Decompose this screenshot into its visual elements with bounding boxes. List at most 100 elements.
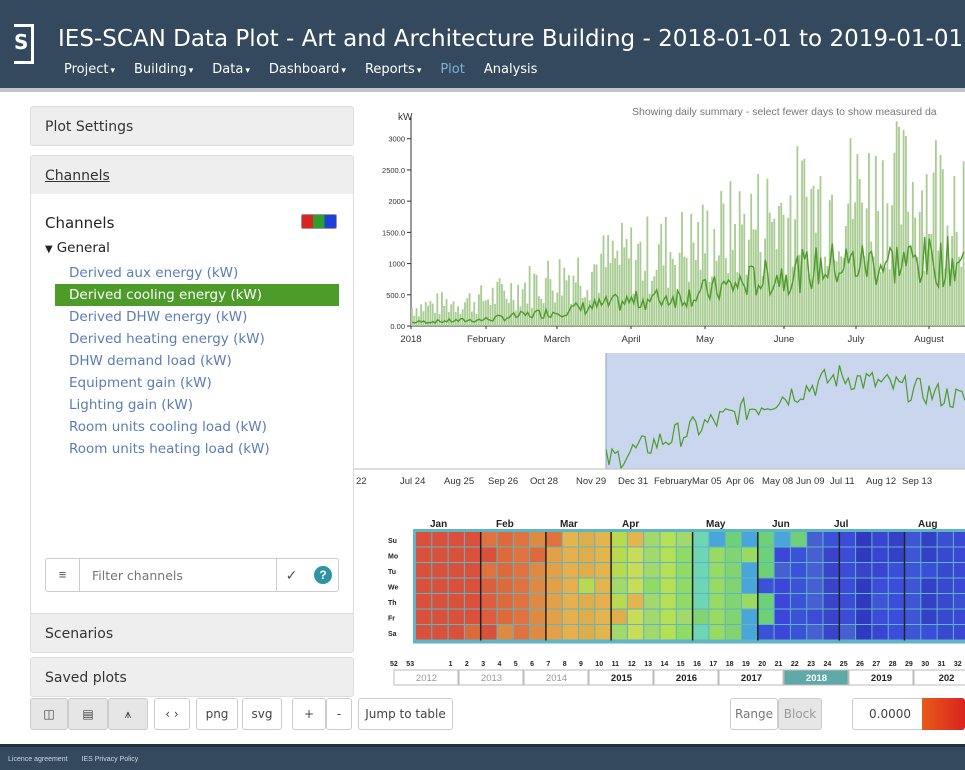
channel-item[interactable]: Room units heating load (kW) <box>55 438 339 460</box>
heatmap-row-label: Tu <box>388 569 396 576</box>
heatmap-cell <box>823 532 839 547</box>
channel-item[interactable]: Room units cooling load (kW) <box>55 416 339 438</box>
bar <box>422 311 425 326</box>
channel-item[interactable]: Lighting gain (kW) <box>55 394 339 416</box>
heatmap-cell <box>742 578 758 593</box>
year-tab-label: 202 <box>939 673 955 684</box>
heatmap-cell <box>856 578 872 593</box>
bar <box>861 202 863 326</box>
nav-building[interactable]: Building ▾ <box>134 62 193 77</box>
heatmap-week-label: 13 <box>644 661 652 668</box>
bar <box>482 301 485 326</box>
bar <box>764 238 766 326</box>
zoom-in-button[interactable]: + <box>292 698 326 730</box>
licence-link[interactable]: Licence agreement <box>8 756 68 763</box>
nav-data[interactable]: Data ▾ <box>212 62 250 77</box>
jump-to-table-button[interactable]: Jump to table <box>358 698 453 730</box>
bar <box>644 270 646 326</box>
heatmap-cell <box>823 625 839 640</box>
heatmap-cell <box>579 563 595 578</box>
chart-type-button[interactable]: ⩚ <box>108 698 148 730</box>
filter-channels-input[interactable] <box>80 559 276 591</box>
nav-project[interactable]: Project ▾ <box>64 62 115 77</box>
heatmap-cell <box>546 625 562 640</box>
bar <box>477 294 480 326</box>
heatmap-cell <box>513 594 530 609</box>
heatmap-cell <box>579 625 595 640</box>
x-tick-label: March <box>544 334 570 345</box>
check-icon[interactable]: ✓ <box>276 559 306 591</box>
plot-svg[interactable]: Showing daily summary - select fewer day… <box>354 100 965 690</box>
heatmap-cell <box>807 547 823 562</box>
channel-item[interactable]: Derived cooling energy (kW) <box>55 284 339 306</box>
heatmap-cell <box>611 609 627 624</box>
bar <box>812 185 815 326</box>
saved-plots-label: Saved plots <box>45 670 127 686</box>
heatmap-cell <box>905 594 921 609</box>
nav-reports[interactable]: Reports ▾ <box>365 62 421 77</box>
block-toggle[interactable]: Block <box>778 698 822 730</box>
export-png-button[interactable]: png <box>196 698 238 730</box>
heatmap-cell <box>758 578 774 593</box>
list-icon[interactable]: ≡ <box>46 559 80 591</box>
color-scale-swatch[interactable] <box>922 698 965 730</box>
sidebar-toggle-button[interactable]: ◫ <box>30 698 68 730</box>
heatmap-cell <box>546 532 562 547</box>
bar <box>514 310 517 326</box>
privacy-link[interactable]: IES Privacy Policy <box>82 756 139 763</box>
bar <box>851 218 854 326</box>
expand-button[interactable]: ‹ › <box>154 698 190 730</box>
bar <box>960 266 963 326</box>
heatmap-cell <box>725 547 741 562</box>
nav-label: Reports <box>364 62 415 77</box>
export-svg-button[interactable]: svg <box>242 698 282 730</box>
bar <box>496 281 499 326</box>
heatmap-cell <box>611 625 627 640</box>
layout-button[interactable]: ▤ <box>68 698 108 730</box>
heatmap-cell <box>595 578 611 593</box>
year-tab-label: 2014 <box>546 673 567 684</box>
heatmap-cell <box>611 547 627 562</box>
channel-item[interactable]: Derived aux energy (kW) <box>55 262 339 284</box>
heatmap-cell <box>953 563 965 578</box>
help-icon[interactable]: ? <box>314 566 332 584</box>
bar <box>780 202 783 326</box>
y-tick-label: 2000 <box>388 197 405 206</box>
heatmap-cell <box>416 532 432 547</box>
range-toggle[interactable]: Range <box>730 698 778 730</box>
heatmap-cell <box>856 625 872 640</box>
bar <box>556 292 559 326</box>
bar <box>498 278 501 326</box>
heatmap-cell <box>823 563 839 578</box>
bar <box>953 176 956 326</box>
nav-label: Building <box>134 62 187 77</box>
zoom-out-button[interactable]: - <box>326 698 352 730</box>
channel-item[interactable]: DHW demand load (kW) <box>55 350 339 372</box>
nav-dashboard[interactable]: Dashboard ▾ <box>269 62 346 77</box>
bar <box>549 279 552 326</box>
bar <box>669 251 672 326</box>
bar <box>505 299 508 326</box>
bar <box>674 264 676 326</box>
heatmap-cell <box>627 578 644 593</box>
channel-item[interactable]: Equipment gain (kW) <box>55 372 339 394</box>
heatmap-cell <box>823 609 839 624</box>
y-tick-label: 1500.0 <box>382 228 405 237</box>
bar <box>671 258 674 326</box>
saved-plots-panel-heading[interactable]: Saved plots <box>30 657 354 697</box>
channels-panel-heading[interactable]: Channels <box>30 155 354 195</box>
bar <box>904 136 907 326</box>
nav-plot[interactable]: Plot <box>440 62 465 77</box>
heatmap-cell <box>416 609 432 624</box>
heatmap-month-label: Mar <box>560 519 578 530</box>
heatmap-cell <box>905 532 921 547</box>
heatmap-cell <box>725 532 741 547</box>
nav-analysis[interactable]: Analysis <box>484 62 538 77</box>
color-min-value[interactable]: 0.0000 <box>852 698 928 730</box>
channel-group-general[interactable]: ▼ General <box>45 240 110 256</box>
plot-settings-panel-heading[interactable]: Plot Settings <box>30 106 354 146</box>
channel-item[interactable]: Derived DHW energy (kW) <box>55 306 339 328</box>
channel-item[interactable]: Derived heating energy (kW) <box>55 328 339 350</box>
channel-colors-button[interactable] <box>301 214 337 229</box>
scenarios-panel-heading[interactable]: Scenarios <box>30 613 354 653</box>
